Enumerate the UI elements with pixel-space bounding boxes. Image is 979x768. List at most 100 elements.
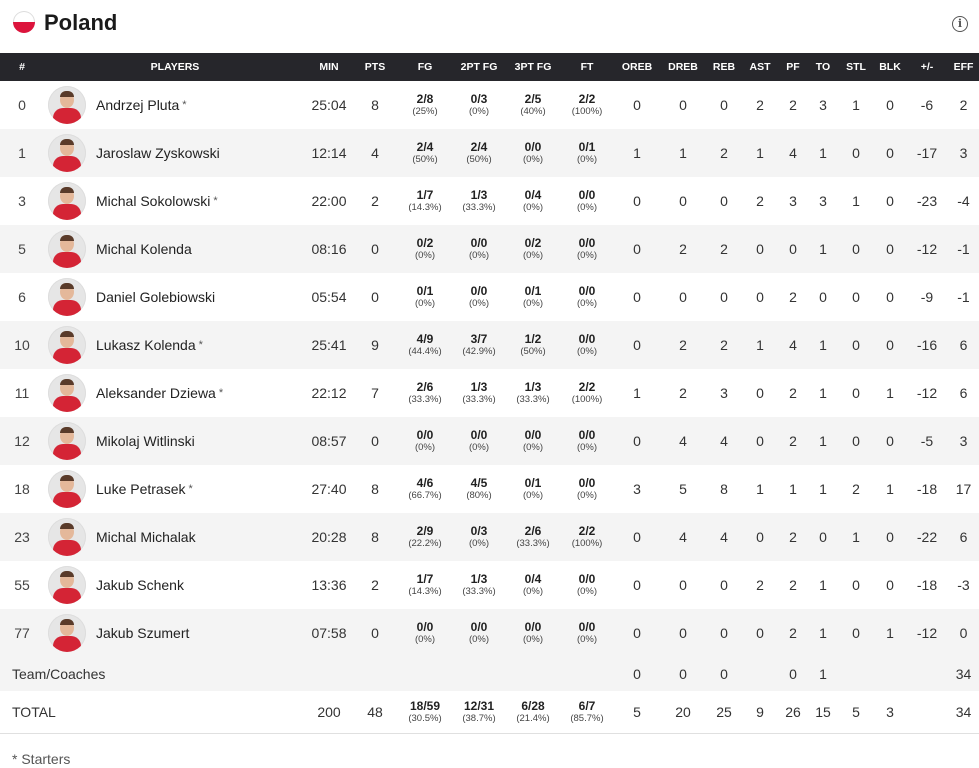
player-pf: 1 (789, 481, 797, 497)
player-name[interactable]: Lukasz Kolenda (96, 337, 196, 353)
player-name[interactable]: Daniel Golebiowski (96, 289, 215, 305)
col-header-plus-minus[interactable]: +/- (906, 53, 948, 81)
table-row[interactable]: 77 Jakub Szumert 07:58 0 0/0 (0%) 0/0 (0%) 0/0 (0… (0, 609, 979, 657)
player-reb: 0 (720, 289, 728, 305)
player-fg-made: 2/8 (416, 92, 434, 106)
player-oreb: 0 (633, 97, 641, 113)
col-header-pf[interactable]: PF (778, 53, 808, 81)
player-3pt-fg-made: 0/0 (524, 140, 542, 154)
player-plus-minus: -12 (916, 241, 938, 257)
player-ft-made: 0/0 (578, 332, 596, 346)
team-coaches-label: Team/Coaches (12, 666, 106, 682)
player-ft: 0/0 (0%) (560, 561, 614, 609)
player-fg-pct: (25%) (412, 106, 438, 117)
col-header-fg[interactable]: FG (398, 53, 452, 81)
player-pf: 3 (789, 193, 797, 209)
table-row[interactable]: 12 Mikolaj Witlinski 08:57 0 0/0 (0%) 0/0 (0%) 0… (0, 417, 979, 465)
table-row[interactable]: 18 Luke Petrasek * 27:40 8 4/6 (66.7%) 4/5 (80%)… (0, 465, 979, 513)
table-row[interactable]: 55 Jakub Schenk 13:36 2 1/7 (14.3%) 1/3 (33.3%)… (0, 561, 979, 609)
player-3pt-fg-pct: (40%) (520, 106, 546, 117)
info-icon[interactable]: i (952, 16, 968, 32)
player-2pt-fg: 1/3 (33.3%) (452, 369, 506, 417)
col-header-number[interactable]: # (0, 53, 44, 81)
player-name[interactable]: Mikolaj Witlinski (96, 433, 195, 449)
player-cell[interactable]: Jakub Szumert (44, 609, 306, 657)
col-header-players[interactable]: PLAYERS (44, 53, 306, 81)
player-3pt-fg-made: 0/4 (524, 572, 542, 586)
player-name[interactable]: Luke Petrasek (96, 481, 186, 497)
col-header-to[interactable]: TO (808, 53, 838, 81)
col-header-min[interactable]: MIN (306, 53, 352, 81)
player-blk: 0 (886, 529, 894, 545)
player-name[interactable]: Jakub Szumert (96, 625, 189, 641)
col-header-ast[interactable]: AST (742, 53, 778, 81)
starter-marker: * (213, 195, 218, 207)
player-to: 0 (819, 529, 827, 545)
player-avatar (48, 278, 86, 316)
col-header-oreb[interactable]: OREB (614, 53, 660, 81)
player-to: 1 (819, 625, 827, 641)
player-cell[interactable]: Lukasz Kolenda * (44, 321, 306, 369)
player-pts: 9 (371, 337, 379, 353)
col-header-2pt-fg[interactable]: 2PT FG (452, 53, 506, 81)
player-name[interactable]: Jakub Schenk (96, 577, 184, 593)
player-ft: 0/1 (0%) (560, 129, 614, 177)
player-cell[interactable]: Mikolaj Witlinski (44, 417, 306, 465)
player-cell[interactable]: Michal Michalak (44, 513, 306, 561)
player-name[interactable]: Michal Kolenda (96, 241, 192, 257)
team-dreb: 0 (679, 666, 687, 682)
total-fg-pct: (30.5%) (408, 712, 442, 724)
player-name[interactable]: Michal Sokolowski (96, 193, 210, 209)
player-cell[interactable]: Daniel Golebiowski (44, 273, 306, 321)
player-min: 05:54 (311, 289, 347, 305)
table-row[interactable]: 0 Andrzej Pluta * 25:04 8 2/8 (25%) 0/3 (0%) 2/5(… (0, 81, 979, 129)
col-header-3pt-fg[interactable]: 3PT FG (506, 53, 560, 81)
player-reb: 8 (720, 481, 728, 497)
player-dreb: 0 (679, 289, 687, 305)
team-stl (838, 657, 874, 691)
table-row[interactable]: 6 Daniel Golebiowski 05:54 0 0/1 (0%) 0/0 (0%) 0… (0, 273, 979, 321)
team-title: Poland (44, 10, 118, 35)
player-fg-made: 4/9 (416, 332, 434, 346)
table-row[interactable]: 3 Michal Sokolowski * 22:00 2 1/7 (14.3%) 1/3 (3… (0, 177, 979, 225)
table-row[interactable]: 5 Michal Kolenda 08:16 0 0/2 (0%) 0/0 (0%) 0/2 (0… (0, 225, 979, 273)
player-name[interactable]: Jaroslaw Zyskowski (96, 145, 220, 161)
player-name[interactable]: Andrzej Pluta (96, 97, 179, 113)
player-plus-minus: -12 (916, 385, 938, 401)
col-header-reb[interactable]: REB (706, 53, 742, 81)
player-cell[interactable]: Luke Petrasek * (44, 465, 306, 513)
player-oreb: 0 (633, 289, 641, 305)
col-header-eff[interactable]: EFF (948, 53, 979, 81)
player-ft-pct: (0%) (576, 202, 598, 213)
col-header-blk[interactable]: BLK (874, 53, 906, 81)
col-header-ft[interactable]: FT (560, 53, 614, 81)
player-2pt-fg: 1/3 (33.3%) (452, 561, 506, 609)
player-cell[interactable]: Jakub Schenk (44, 561, 306, 609)
player-plus-minus: -22 (916, 529, 938, 545)
player-cell[interactable]: Jaroslaw Zyskowski (44, 129, 306, 177)
player-name[interactable]: Aleksander Dziewa (96, 385, 216, 401)
player-cell[interactable]: Aleksander Dziewa * (44, 369, 306, 417)
player-cell[interactable]: Michal Kolenda (44, 225, 306, 273)
starters-footnote: * Starters (12, 751, 71, 767)
table-row[interactable]: 10 Lukasz Kolenda * 25:41 9 4/9 (44.4%) 3/7 (42.… (0, 321, 979, 369)
player-to: 0 (819, 289, 827, 305)
player-oreb: 3 (633, 481, 641, 497)
table-row[interactable]: 23 Michal Michalak 20:28 8 2/9 (22.2%) 0/3 (0%)… (0, 513, 979, 561)
col-header-pts[interactable]: PTS (352, 53, 398, 81)
team-reb: 0 (720, 666, 728, 682)
total-stl: 5 (852, 703, 860, 720)
table-row[interactable]: 11 Aleksander Dziewa * 22:12 7 2/6 (33.3%) 1/3(… (0, 369, 979, 417)
player-ft: 0/0 (0%) (560, 609, 614, 657)
player-fg-pct: (0%) (414, 250, 436, 261)
player-2pt-fg-made: 1/3 (470, 380, 488, 394)
player-3pt-fg: 1/3 (33.3%) (506, 369, 560, 417)
player-name[interactable]: Michal Michalak (96, 529, 196, 545)
col-header-dreb[interactable]: DREB (660, 53, 706, 81)
player-cell[interactable]: Michal Sokolowski * (44, 177, 306, 225)
player-cell[interactable]: Andrzej Pluta * (44, 81, 306, 129)
table-row[interactable]: 1 Jaroslaw Zyskowski 12:14 4 2/4 (50%) 2/4 (50%… (0, 129, 979, 177)
player-3pt-fg: 2/5 (40%) (506, 81, 560, 129)
col-header-stl[interactable]: STL (838, 53, 874, 81)
player-eff: 0 (959, 625, 968, 641)
